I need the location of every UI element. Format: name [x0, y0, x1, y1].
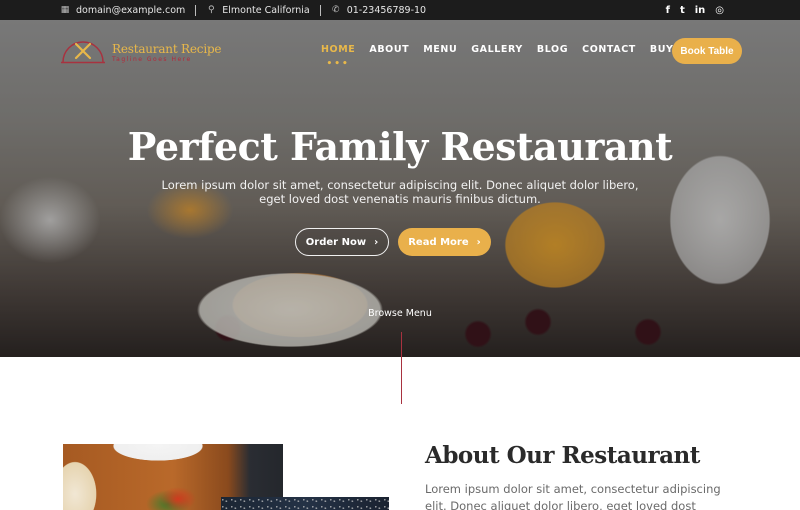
nav-item-contact[interactable]: CONTACT — [582, 44, 636, 58]
divider — [319, 4, 321, 16]
site-logo[interactable]: Restaurant Recipe Tagline Goes Here — [60, 38, 222, 66]
restaurant-cloche-icon — [61, 41, 105, 64]
instagram-icon[interactable]: ◎ — [715, 5, 724, 16]
nav-item-gallery[interactable]: GALLERY — [471, 44, 523, 58]
brand-name: Restaurant Recipe — [112, 42, 222, 56]
hero-subtitle: Lorem ipsum dolor sit amet, consectetur … — [161, 178, 639, 206]
nav-item-home[interactable]: HOME ••• — [321, 44, 356, 69]
about-secondary-image — [221, 497, 389, 510]
phone-icon: ✆ — [331, 5, 340, 15]
phone-item[interactable]: ✆ 01-23456789-10 — [331, 5, 426, 16]
divider — [195, 4, 197, 16]
about-text: Lorem ipsum dolor sit amet, consectetur … — [425, 482, 721, 510]
book-table-button[interactable]: Book Table — [672, 38, 742, 64]
linkedin-icon[interactable]: in — [695, 5, 706, 16]
top-bar: ▦ domain@example.com ⚲ Elmonte Californi… — [0, 0, 800, 20]
contact-info: ▦ domain@example.com ⚲ Elmonte Californi… — [60, 0, 426, 20]
about-title: About Our Restaurant — [425, 442, 700, 469]
location-item: ⚲ Elmonte California — [206, 4, 310, 16]
nav-label: HOME — [321, 44, 356, 55]
twitter-icon[interactable]: t — [680, 5, 685, 16]
active-indicator: ••• — [326, 59, 350, 69]
calendar-icon: ▦ — [60, 5, 70, 15]
nav-item-blog[interactable]: BLOG — [537, 44, 568, 58]
brand-tagline: Tagline Goes Here — [112, 56, 192, 63]
browse-menu-link[interactable]: Browse Menu — [0, 308, 800, 319]
phone-text[interactable]: 01-23456789-10 — [347, 5, 426, 16]
chevron-right-icon: › — [374, 236, 379, 248]
social-links: f t in ◎ — [666, 0, 724, 20]
main-nav: HOME ••• ABOUT MENU GALLERY BLOG CONTACT… — [321, 44, 716, 69]
nav-item-about[interactable]: ABOUT — [369, 44, 409, 58]
read-more-label: Read More — [408, 236, 469, 248]
read-more-button[interactable]: Read More › — [398, 228, 491, 256]
hero-title: Perfect Family Restaurant — [127, 124, 673, 169]
scroll-indicator-line — [401, 332, 402, 404]
nav-item-menu[interactable]: MENU — [423, 44, 457, 58]
order-now-button[interactable]: Order Now › — [295, 228, 389, 256]
location-text: Elmonte California — [222, 4, 310, 16]
map-pin-icon: ⚲ — [207, 5, 215, 15]
email-item[interactable]: ▦ domain@example.com — [60, 5, 186, 16]
order-now-label: Order Now — [305, 236, 367, 248]
email-text[interactable]: domain@example.com — [76, 5, 185, 16]
facebook-icon[interactable]: f — [666, 5, 670, 16]
chevron-right-icon: › — [476, 236, 481, 248]
